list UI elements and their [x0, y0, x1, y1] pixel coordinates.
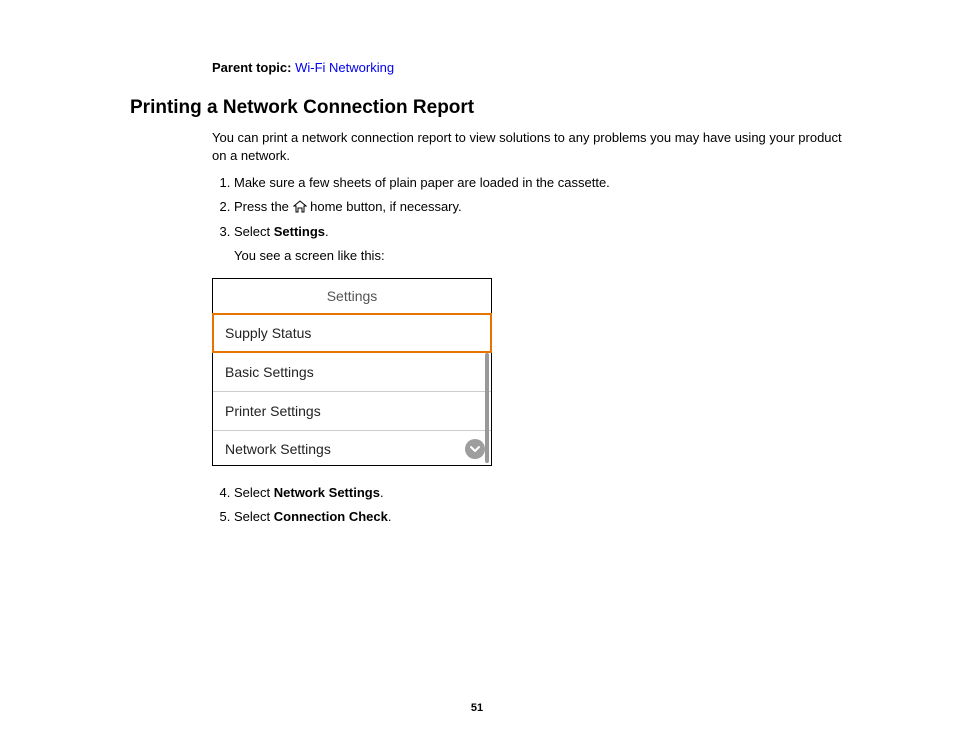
step-5: Select Connection Check.	[234, 508, 854, 526]
step-4-bold: Network Settings	[274, 485, 380, 500]
step-3: Select Settings. You see a screen like t…	[234, 223, 854, 264]
step-4-text-c: .	[380, 485, 384, 500]
step-5-text-a: Select	[234, 509, 274, 524]
screen-item-network-settings[interactable]: Network Settings	[213, 431, 491, 465]
step-3-note: You see a screen like this:	[234, 247, 854, 265]
step-2: Press the home button, if necessary.	[234, 198, 854, 218]
step-1: Make sure a few sheets of plain paper ar…	[234, 174, 854, 192]
screen-item-supply-status[interactable]: Supply Status	[212, 313, 492, 353]
settings-screen-figure: Settings Supply Status Basic Settings Pr…	[212, 278, 854, 466]
settings-screen-list: Supply Status Basic Settings Printer Set…	[213, 313, 491, 465]
step-3-text-a: Select	[234, 224, 274, 239]
parent-topic-link[interactable]: Wi-Fi Networking	[295, 60, 394, 75]
intro-paragraph: You can print a network connection repor…	[212, 129, 854, 164]
page-title: Printing a Network Connection Report	[130, 97, 854, 119]
parent-topic: Parent topic: Wi-Fi Networking	[212, 60, 854, 75]
step-4: Select Network Settings.	[234, 484, 854, 502]
screen-item-printer-settings[interactable]: Printer Settings	[213, 392, 491, 431]
step-4-text-a: Select	[234, 485, 274, 500]
step-2-text-a: Press the	[234, 199, 293, 214]
step-3-bold: Settings	[274, 224, 325, 239]
screen-item-basic-settings[interactable]: Basic Settings	[213, 353, 491, 392]
step-1-text: Make sure a few sheets of plain paper ar…	[234, 175, 610, 190]
scrollbar[interactable]	[485, 353, 489, 463]
step-3-text-c: .	[325, 224, 329, 239]
settings-screen: Settings Supply Status Basic Settings Pr…	[212, 278, 492, 466]
steps-list-cont: Select Network Settings. Select Connecti…	[212, 484, 854, 525]
parent-topic-label: Parent topic:	[212, 60, 291, 75]
steps-list: Make sure a few sheets of plain paper ar…	[212, 174, 854, 264]
page-number: 51	[0, 702, 954, 714]
step-2-text-b: home button, if necessary.	[307, 199, 462, 214]
settings-screen-header: Settings	[213, 279, 491, 314]
step-5-text-c: .	[388, 509, 392, 524]
home-icon	[293, 200, 307, 218]
step-5-bold: Connection Check	[274, 509, 388, 524]
